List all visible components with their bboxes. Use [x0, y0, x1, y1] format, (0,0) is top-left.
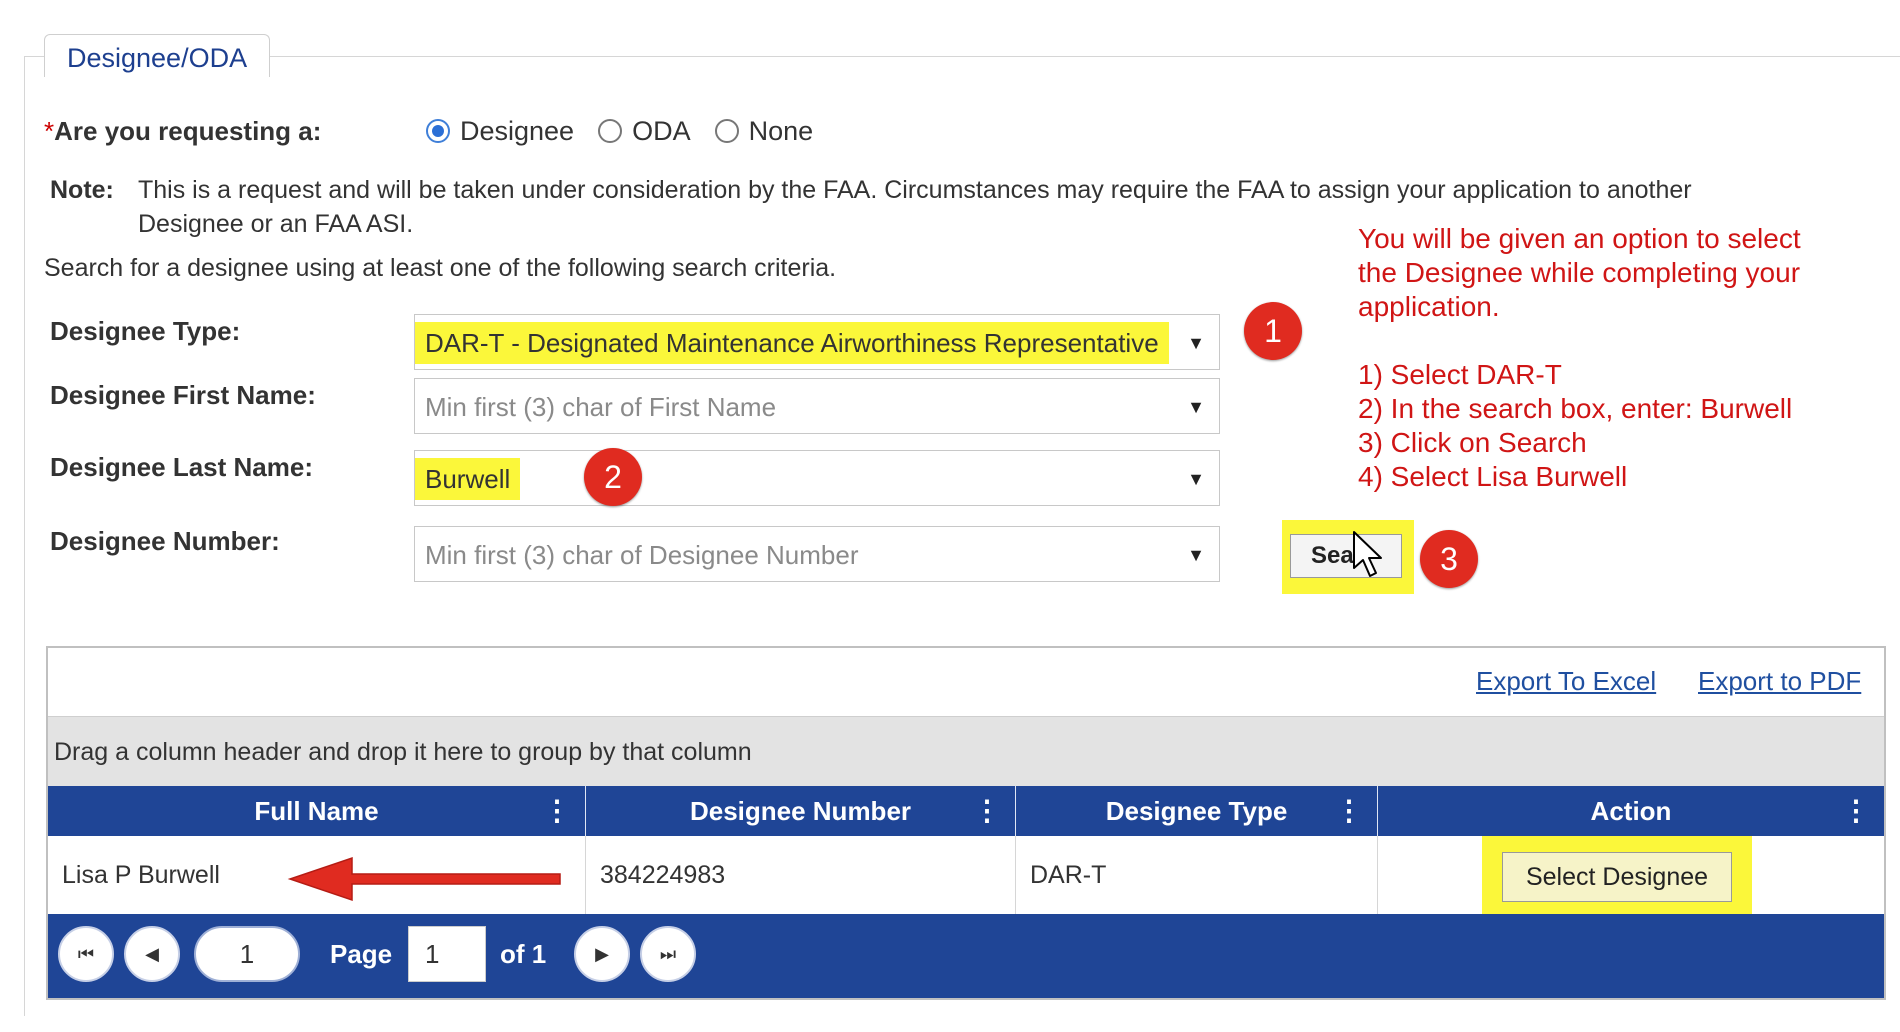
last-name-label: Designee Last Name: — [50, 452, 313, 482]
designee-type-label: Designee Type: — [50, 316, 241, 346]
first-page-icon[interactable]: ⏮ — [58, 926, 114, 982]
radio-none-label[interactable]: None — [749, 116, 814, 147]
cell-designee-type: DAR-T — [1016, 836, 1378, 914]
results-grid: Export To Excel Export to PDF Drag a col… — [46, 646, 1886, 1000]
radio-designee[interactable] — [426, 119, 450, 143]
chevron-down-icon[interactable]: ▼ — [1187, 527, 1205, 583]
step-badge-2: 2 — [584, 448, 642, 506]
chevron-down-icon[interactable]: ▼ — [1187, 315, 1205, 371]
designee-number-combo[interactable]: Min first (3) char of Designee Number ▼ — [414, 526, 1220, 582]
first-name-placeholder: Min first (3) char of First Name — [425, 392, 777, 422]
section-legend: Designee/ODA — [44, 34, 271, 77]
column-header-full-name-label: Full Name — [254, 796, 379, 826]
annotation-step-1: 1) Select DAR-T — [1358, 359, 1562, 390]
search-hint: Search for a designee using at least one… — [44, 254, 837, 282]
column-header-action-label: Action — [1590, 796, 1672, 826]
annotation-step-4: 4) Select Lisa Burwell — [1358, 461, 1628, 492]
select-designee-button[interactable]: Select Designee — [1502, 852, 1732, 902]
radio-none[interactable] — [714, 119, 739, 143]
instruction-annotation: You will be given an option to select th… — [1358, 222, 1878, 494]
step-badge-1: 1 — [1244, 302, 1302, 360]
column-header-designee-type[interactable]: Designee Type ⋮ — [1016, 786, 1378, 836]
first-name-combo[interactable]: Min first (3) char of First Name ▼ — [414, 378, 1220, 434]
column-header-designee-type-label: Designee Type — [1105, 796, 1288, 826]
required-mark: * — [44, 116, 55, 146]
chevron-down-icon[interactable]: ▼ — [1187, 451, 1205, 507]
designee-type-select[interactable]: DAR-T - Designated Maintenance Airworthi… — [414, 314, 1220, 370]
annotation-intro-2: the Designee while completing your — [1358, 257, 1801, 288]
column-menu-icon[interactable]: ⋮ — [973, 786, 1001, 836]
group-by-drop-area[interactable]: Drag a column header and drop it here to… — [48, 716, 1884, 786]
annotation-intro-3: application. — [1358, 291, 1500, 322]
request-type-radio-group: Designee ODA None — [426, 114, 827, 148]
last-name-combo[interactable]: Burwell ▼ — [414, 450, 1220, 506]
radio-designee-label[interactable]: Designee — [460, 116, 574, 147]
column-header-full-name[interactable]: Full Name ⋮ — [48, 786, 586, 836]
current-page-button[interactable]: 1 — [194, 926, 300, 982]
grid-toolbar: Export To Excel Export to PDF — [48, 648, 1884, 716]
grid-pager: ⏮ ◀ 1 Page 1 of 1 ▶ ⏭ — [48, 914, 1884, 998]
last-page-icon[interactable]: ⏭ — [640, 926, 696, 982]
column-header-designee-number-label: Designee Number — [689, 796, 912, 826]
annotation-intro-1: You will be given an option to select — [1358, 223, 1801, 254]
note-label: Note: — [50, 176, 114, 204]
note-text-line1: This is a request and will be taken unde… — [138, 176, 1692, 204]
fieldset-border-top — [24, 56, 1900, 57]
red-arrow-icon — [287, 856, 561, 902]
page-count-label: of 1 — [500, 939, 547, 969]
fieldset-border-left — [24, 56, 25, 1016]
cell-designee-number: 384224983 — [586, 836, 1016, 914]
annotation-step-3: 3) Click on Search — [1358, 427, 1587, 458]
last-name-value: Burwell — [415, 458, 521, 500]
radio-oda-label[interactable]: ODA — [632, 116, 691, 147]
column-menu-icon[interactable]: ⋮ — [543, 786, 571, 836]
radio-oda[interactable] — [598, 119, 623, 143]
previous-page-icon[interactable]: ◀ — [124, 926, 180, 982]
column-header-designee-number[interactable]: Designee Number ⋮ — [586, 786, 1016, 836]
page-label: Page — [330, 939, 393, 969]
designee-oda-page: Designee/ODA *Are you requesting a: Desi… — [0, 0, 1900, 1032]
export-excel-link[interactable]: Export To Excel — [1476, 666, 1656, 697]
step-badge-3: 3 — [1420, 530, 1478, 588]
export-pdf-link[interactable]: Export to PDF — [1698, 666, 1861, 697]
request-type-label: *Are you requesting a: — [44, 116, 321, 147]
request-type-label-text: Are you requesting a: — [54, 116, 322, 146]
page-number-input[interactable]: 1 — [408, 926, 486, 982]
mouse-pointer-icon — [1353, 531, 1382, 577]
grid-header: Full Name ⋮ Designee Number ⋮ Designee T… — [48, 786, 1884, 836]
designee-number-label: Designee Number: — [50, 526, 280, 556]
designee-type-value: DAR-T - Designated Maintenance Airworthi… — [415, 322, 1169, 364]
first-name-label: Designee First Name: — [50, 380, 316, 410]
chevron-down-icon[interactable]: ▼ — [1187, 379, 1205, 435]
annotation-step-2: 2) In the search box, enter: Burwell — [1358, 393, 1793, 424]
designee-number-placeholder: Min first (3) char of Designee Number — [425, 540, 859, 570]
column-header-action[interactable]: Action ⋮ — [1378, 786, 1884, 836]
note-text-line2: Designee or an FAA ASI. — [138, 210, 414, 238]
column-menu-icon[interactable]: ⋮ — [1842, 786, 1870, 836]
next-page-icon[interactable]: ▶ — [574, 926, 630, 982]
column-menu-icon[interactable]: ⋮ — [1335, 786, 1363, 836]
